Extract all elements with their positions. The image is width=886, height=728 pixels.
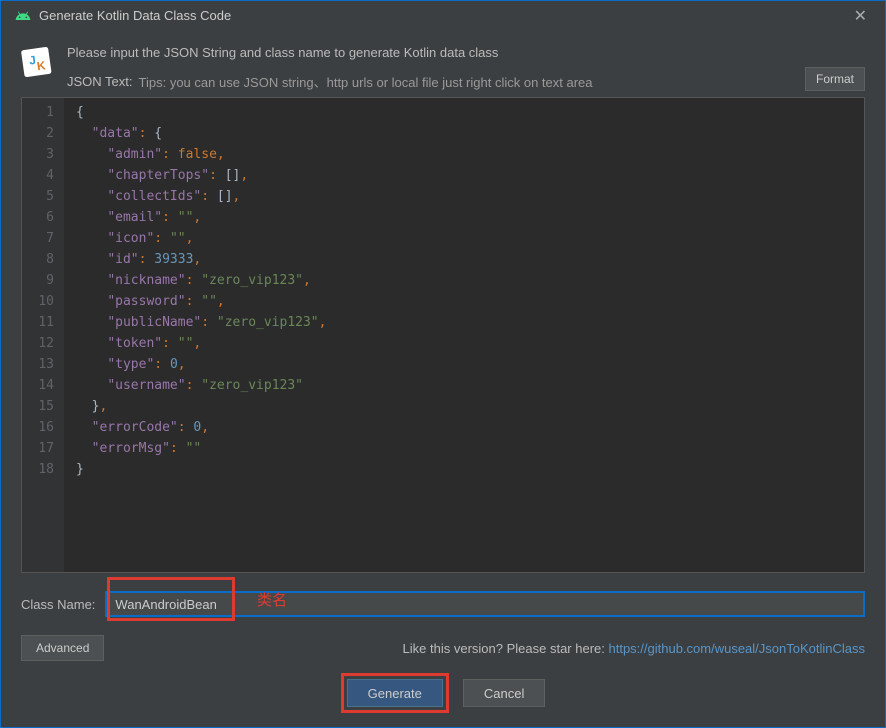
line-number: 12 — [22, 333, 54, 354]
dialog-title: Generate Kotlin Data Class Code — [39, 8, 231, 23]
code-line[interactable]: "username": "zero_vip123" — [76, 375, 864, 396]
footer: Advanced Like this version? Please star … — [1, 635, 885, 673]
header-instruction: Please input the JSON String and class n… — [67, 45, 865, 60]
header-text: Please input the JSON String and class n… — [67, 45, 865, 91]
code-line[interactable]: "data": { — [76, 123, 864, 144]
line-number: 11 — [22, 312, 54, 333]
code-line[interactable]: "admin": false, — [76, 144, 864, 165]
generate-button[interactable]: Generate — [347, 679, 443, 707]
line-number: 17 — [22, 438, 54, 459]
line-number-gutter: 123456789101112131415161718 — [22, 98, 64, 572]
code-line[interactable]: } — [76, 459, 864, 480]
close-icon[interactable]: ✕ — [850, 6, 871, 26]
line-number: 6 — [22, 207, 54, 228]
line-number: 8 — [22, 249, 54, 270]
code-line[interactable]: "password": "", — [76, 291, 864, 312]
class-name-label: Class Name: — [21, 597, 95, 612]
code-line[interactable]: "nickname": "zero_vip123", — [76, 270, 864, 291]
line-number: 2 — [22, 123, 54, 144]
line-number: 16 — [22, 417, 54, 438]
class-name-input[interactable] — [105, 591, 865, 617]
code-line[interactable]: }, — [76, 396, 864, 417]
annotation-box-generate: Generate — [341, 673, 449, 713]
code-line[interactable]: "icon": "", — [76, 228, 864, 249]
annotation-text: 类名 — [257, 589, 287, 610]
line-number: 5 — [22, 186, 54, 207]
line-number: 1 — [22, 102, 54, 123]
star-link[interactable]: https://github.com/wuseal/JsonToKotlinCl… — [608, 641, 865, 656]
line-number: 7 — [22, 228, 54, 249]
line-number: 4 — [22, 165, 54, 186]
button-row: Generate Cancel — [1, 673, 885, 727]
code-line[interactable]: "errorCode": 0, — [76, 417, 864, 438]
json-text-row: JSON Text: Tips: you can use JSON string… — [67, 72, 865, 91]
code-line[interactable]: "collectIds": [], — [76, 186, 864, 207]
title-bar: Generate Kotlin Data Class Code ✕ — [1, 1, 885, 31]
line-number: 3 — [22, 144, 54, 165]
code-line[interactable]: "token": "", — [76, 333, 864, 354]
jk-plugin-icon: J K — [21, 45, 55, 79]
json-editor[interactable]: 123456789101112131415161718 { "data": { … — [21, 97, 865, 573]
code-line[interactable]: "errorMsg": "" — [76, 438, 864, 459]
star-text: Like this version? Please star here: htt… — [403, 641, 865, 656]
code-area[interactable]: { "data": { "admin": false, "chapterTops… — [64, 98, 864, 572]
line-number: 10 — [22, 291, 54, 312]
code-line[interactable]: "publicName": "zero_vip123", — [76, 312, 864, 333]
code-line[interactable]: "email": "", — [76, 207, 864, 228]
dialog-window: Generate Kotlin Data Class Code ✕ J K Pl… — [0, 0, 886, 728]
star-prompt: Like this version? Please star here: — [403, 641, 609, 656]
advanced-button[interactable]: Advanced — [21, 635, 104, 661]
android-icon — [15, 8, 31, 24]
code-line[interactable]: "type": 0, — [76, 354, 864, 375]
code-line[interactable]: "chapterTops": [], — [76, 165, 864, 186]
line-number: 13 — [22, 354, 54, 375]
json-text-label: JSON Text: — [67, 74, 133, 89]
class-name-row: Class Name: 类名 — [1, 583, 885, 635]
cancel-button[interactable]: Cancel — [463, 679, 545, 707]
line-number: 14 — [22, 375, 54, 396]
title-left: Generate Kotlin Data Class Code — [15, 8, 231, 24]
format-button[interactable]: Format — [805, 67, 865, 91]
line-number: 15 — [22, 396, 54, 417]
line-number: 9 — [22, 270, 54, 291]
code-line[interactable]: "id": 39333, — [76, 249, 864, 270]
json-text-tips: Tips: you can use JSON string、http urls … — [139, 72, 593, 91]
header: J K Please input the JSON String and cla… — [1, 31, 885, 95]
code-line[interactable]: { — [76, 102, 864, 123]
line-number: 18 — [22, 459, 54, 480]
